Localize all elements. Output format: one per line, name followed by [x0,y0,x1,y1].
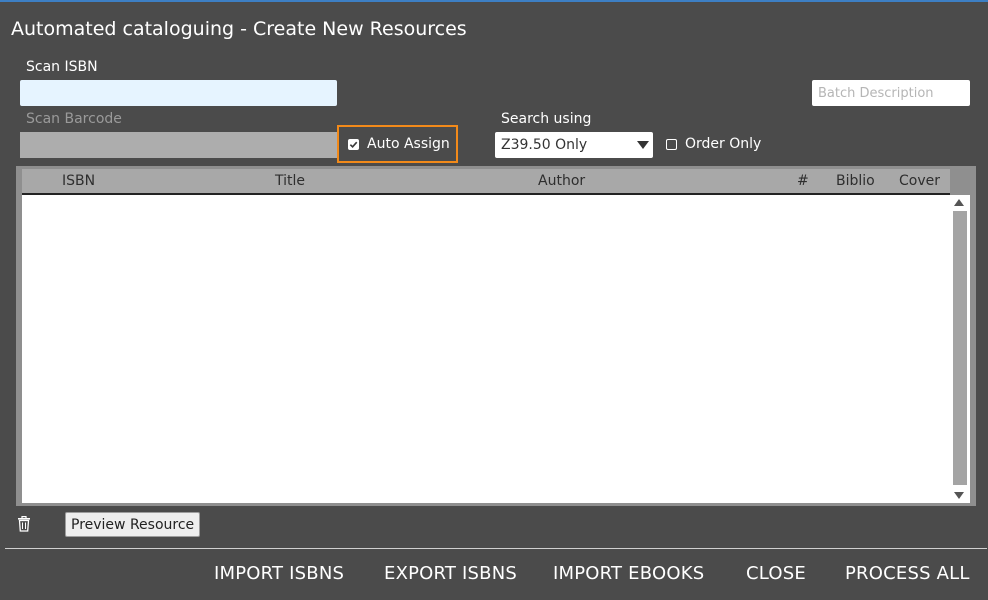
table-scrollbar[interactable] [950,195,970,503]
auto-assign-label: Auto Assign [367,136,450,152]
auto-assign-checkbox[interactable]: Auto Assign [337,125,458,163]
close-button[interactable]: CLOSE [746,563,806,584]
search-using-value: Z39.50 Only [501,137,588,153]
table-header: ISBN Title Author # Biblio Cover [22,169,950,195]
batch-description-input[interactable] [812,80,970,106]
check-icon [348,138,359,150]
order-only-checkbox[interactable]: Order Only [666,136,761,152]
scan-barcode-input[interactable] [20,132,337,158]
import-isbns-button[interactable]: IMPORT ISBNS [214,563,344,584]
table-body[interactable] [22,195,950,503]
resources-table: ISBN Title Author # Biblio Cover [16,166,976,506]
preview-resource-button[interactable]: Preview Resource [65,512,201,537]
search-using-select[interactable]: Z39.50 Only [495,132,653,158]
search-using-label: Search using [501,111,592,127]
column-header-isbn[interactable]: ISBN [62,173,95,189]
scan-isbn-label: Scan ISBN [26,59,98,75]
column-header-author[interactable]: Author [538,173,585,189]
trash-icon[interactable] [17,515,31,536]
scan-barcode-label: Scan Barcode [26,111,122,127]
dialog-title: Automated cataloguing - Create New Resou… [11,18,467,40]
column-header-count[interactable]: # [797,173,809,189]
order-only-label: Order Only [685,136,762,152]
scan-isbn-input[interactable] [20,80,337,106]
scroll-up-icon[interactable] [954,199,964,206]
scroll-down-icon[interactable] [954,492,964,499]
import-ebooks-button[interactable]: IMPORT EBOOKS [553,563,704,584]
unchecked-box-icon [666,138,677,150]
column-header-cover[interactable]: Cover [899,173,940,189]
column-header-title[interactable]: Title [275,173,305,189]
dropdown-arrow-icon [637,141,649,149]
window-top-border [0,0,988,2]
process-all-button[interactable]: PROCESS ALL [845,563,970,584]
column-header-biblio[interactable]: Biblio [836,173,875,189]
footer-divider [5,548,987,549]
scroll-thumb[interactable] [953,211,967,485]
export-isbns-button[interactable]: EXPORT ISBNS [384,563,517,584]
